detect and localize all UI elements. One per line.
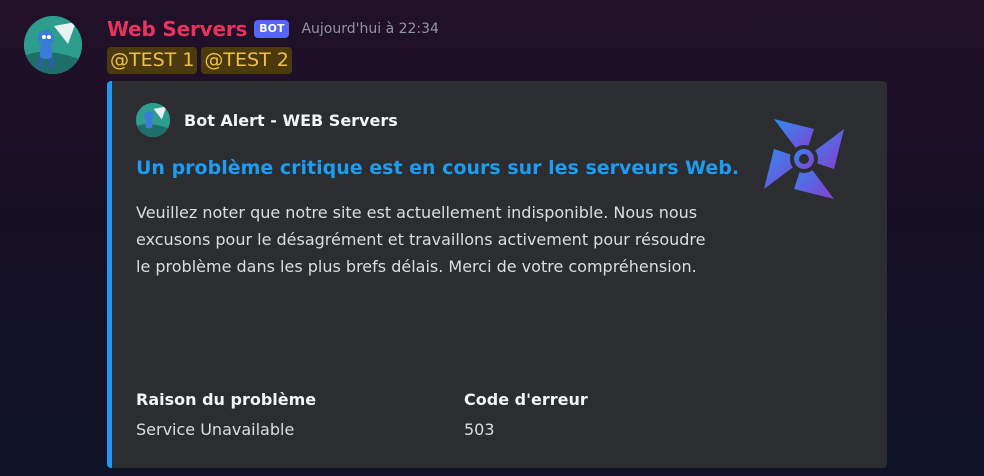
robot-avatar-icon [24, 16, 82, 74]
username[interactable]: Web Servers [107, 17, 247, 41]
author-name: Bot Alert - WEB Servers [184, 110, 398, 130]
field-error-code: Code d'erreur 503 [464, 388, 588, 442]
message-header: Web Servers BOT Aujourd'hui à 22:34 [107, 14, 439, 44]
mention-test-1[interactable]: @TEST 1 [107, 47, 198, 74]
alert-embed: Bot Alert - WEB Servers Un problème crit… [107, 81, 887, 468]
robot-author-icon [136, 103, 170, 137]
author-icon [136, 103, 170, 137]
embed-title: Un problème critique est en cours sur le… [136, 157, 740, 179]
mention-test-2[interactable]: @TEST 2 [201, 47, 292, 74]
user-avatar[interactable] [24, 16, 82, 74]
timestamp: Aujourd'hui à 22:34 [301, 21, 439, 37]
embed-author: Bot Alert - WEB Servers [136, 103, 398, 137]
field-error-code-name: Code d'erreur [464, 390, 588, 409]
mentions: @TEST 1 @TEST 2 [107, 47, 292, 74]
field-reason: Raison du problème Service Unavailable [136, 388, 316, 442]
bot-badge: BOT [254, 20, 290, 38]
pinwheel-logo-icon[interactable] [754, 109, 854, 209]
field-reason-value: Service Unavailable [136, 420, 295, 439]
field-error-code-value: 503 [464, 420, 495, 439]
embed-description: Veuillez noter que notre site est actuel… [136, 203, 706, 276]
field-reason-name: Raison du problème [136, 390, 317, 409]
